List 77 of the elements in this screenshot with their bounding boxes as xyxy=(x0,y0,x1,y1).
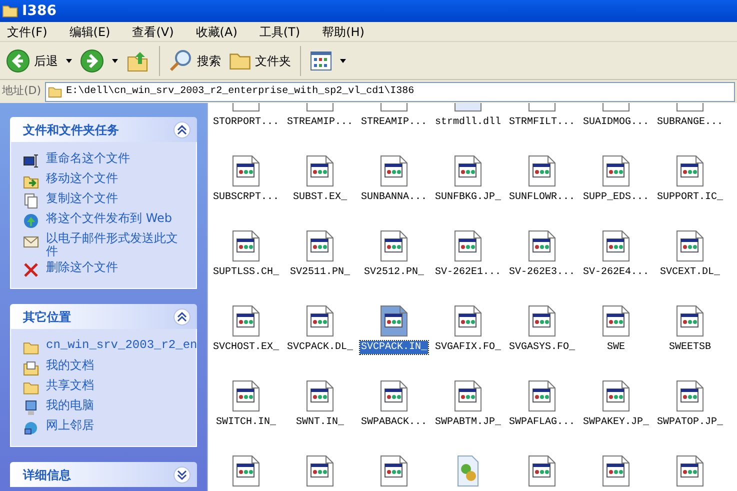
task-link[interactable]: 我的文档 xyxy=(46,359,94,372)
documents-folder-icon xyxy=(23,360,39,376)
computer-icon xyxy=(23,400,39,416)
views-grid-icon xyxy=(310,50,332,70)
network-icon xyxy=(23,420,39,436)
task-link[interactable]: 移动这个文件 xyxy=(46,172,118,185)
address-label: 地址(D) xyxy=(2,83,42,100)
menu-item[interactable]: 收藏(A) xyxy=(190,22,242,40)
file-name[interactable]: SWNT.IN_ xyxy=(294,416,345,429)
task-link[interactable]: 我的电脑 xyxy=(46,399,94,412)
folder-icon xyxy=(2,4,18,18)
folder-icon xyxy=(23,340,39,356)
folder-icon xyxy=(23,380,39,396)
copy-icon xyxy=(23,193,39,209)
file-name[interactable]: SUPTLSS.CH_ xyxy=(212,266,280,279)
file-name[interactable]: SVCPACK.IN_ xyxy=(360,341,428,354)
file-name[interactable]: SWPAKEY.JP_ xyxy=(582,416,650,429)
file-name[interactable]: SUNFBKG.JP_ xyxy=(434,191,502,204)
task-link[interactable]: 将这个文件发布到 Web xyxy=(46,212,172,225)
file-name[interactable]: SV-262E1... xyxy=(434,266,502,279)
task-link[interactable]: 以电子邮件形式发送此文件 xyxy=(46,232,184,258)
file-name[interactable]: SUBSCRPT... xyxy=(212,191,280,204)
file-name[interactable]: strmdll.dll xyxy=(434,116,502,129)
file-name[interactable]: SUBST.EX_ xyxy=(292,191,348,204)
folders-icon xyxy=(229,50,251,70)
collapse-button[interactable] xyxy=(173,120,191,138)
rename-icon xyxy=(23,153,39,169)
file-name[interactable]: SWEETSB xyxy=(668,341,712,354)
expand-button[interactable] xyxy=(173,466,191,484)
task-link[interactable]: cn_win_srv_2003_r2_en xyxy=(46,339,198,352)
file-name[interactable]: SVGASYS.FO_ xyxy=(508,341,576,354)
file-name[interactable]: SWE xyxy=(606,341,626,354)
folders-button[interactable]: 文件夹 xyxy=(227,46,293,76)
file-name[interactable]: STORPORT... xyxy=(212,116,280,129)
menu-item[interactable]: 帮助(H) xyxy=(317,22,370,40)
menu-item[interactable]: 查看(V) xyxy=(127,22,179,40)
menu-item[interactable]: 文件(F) xyxy=(2,22,52,40)
file-name[interactable]: SV-262E3... xyxy=(508,266,576,279)
file-name[interactable]: STRMFILT... xyxy=(508,116,576,129)
task-link[interactable]: 网上邻居 xyxy=(46,419,94,432)
file-name[interactable]: SV2512.PN_ xyxy=(362,266,425,279)
file-name[interactable]: SVCHOST.EX_ xyxy=(212,341,280,354)
panel-header[interactable]: 其它位置 xyxy=(10,304,197,329)
file-name[interactable]: SVCEXT.DL_ xyxy=(658,266,721,279)
file-name[interactable]: SUNFLOWR... xyxy=(508,191,576,204)
file-name[interactable]: SWPABACK... xyxy=(360,416,428,429)
folder-icon xyxy=(48,86,62,98)
file-name[interactable]: SWITCH.IN_ xyxy=(214,416,277,429)
file-name[interactable]: SUAIDMOG... xyxy=(582,116,650,129)
panel-header[interactable]: 详细信息 xyxy=(10,462,197,487)
file-name[interactable]: STREAMIP... xyxy=(360,116,428,129)
file-name[interactable]: SWPATOP.JP_ xyxy=(656,416,724,429)
file-name[interactable]: STREAMIP... xyxy=(286,116,354,129)
panel-header[interactable]: 文件和文件夹任务 xyxy=(10,117,197,142)
task-link[interactable]: 复制这个文件 xyxy=(46,192,118,205)
globe-icon xyxy=(23,213,39,229)
file-name[interactable]: SV-262E4... xyxy=(582,266,650,279)
file-name[interactable]: SWPAFLAG... xyxy=(508,416,576,429)
file-name[interactable]: SUPP_EDS... xyxy=(582,191,650,204)
file-name[interactable]: SVGAFIX.FO_ xyxy=(434,341,502,354)
task-link[interactable]: 共享文档 xyxy=(46,379,94,392)
menu-item[interactable]: 工具(T) xyxy=(254,22,306,40)
search-button[interactable]: 搜索 xyxy=(167,46,223,76)
file-name[interactable]: SUBRANGE... xyxy=(656,116,724,129)
menu-item[interactable]: 编辑(E) xyxy=(64,22,116,40)
collapse-button[interactable] xyxy=(173,308,191,326)
file-name[interactable]: SUPPORT.IC_ xyxy=(656,191,724,204)
search-icon xyxy=(169,48,193,72)
window-title: I386 xyxy=(22,2,56,20)
delete-x-icon xyxy=(23,262,39,278)
file-name[interactable]: SWPABTM.JP_ xyxy=(434,416,502,429)
back-button[interactable]: 后退 xyxy=(4,46,74,76)
task-link[interactable]: 删除这个文件 xyxy=(46,261,118,274)
file-name[interactable]: SUNBANNA... xyxy=(360,191,428,204)
file-name[interactable]: SVCPACK.DL_ xyxy=(286,341,354,354)
file-name[interactable]: SV2511.PN_ xyxy=(288,266,351,279)
task-link[interactable]: 重命名这个文件 xyxy=(46,152,130,165)
